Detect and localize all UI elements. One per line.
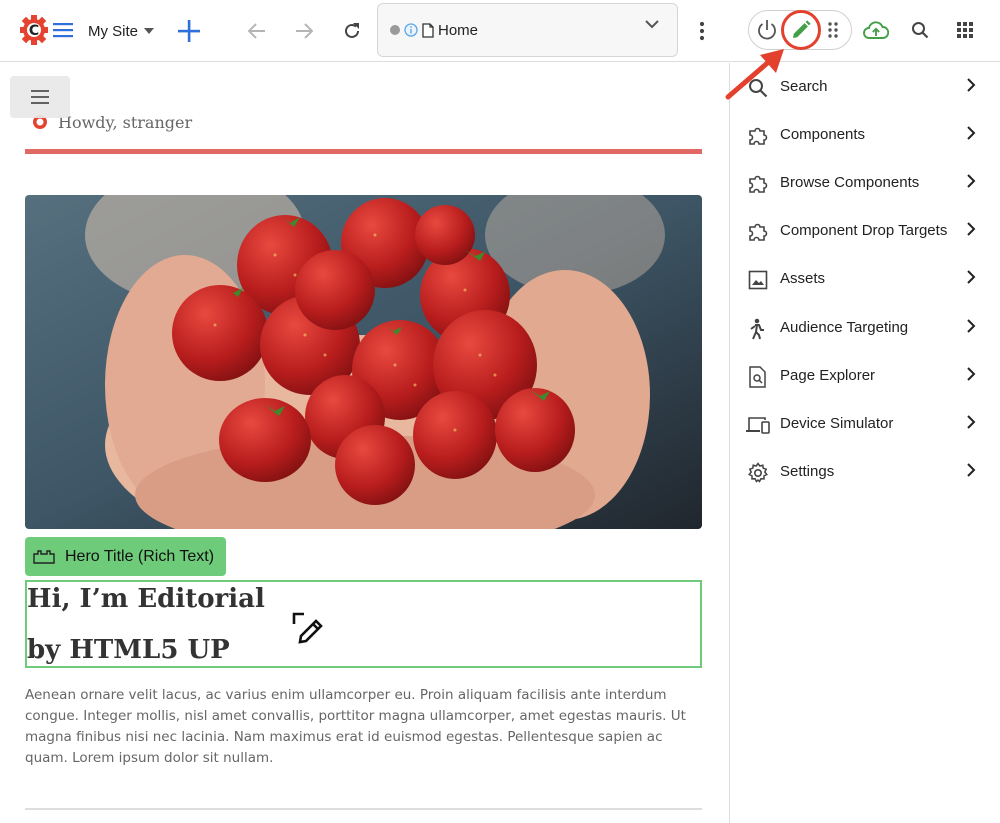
hero-image[interactable] xyxy=(25,195,702,529)
search-button[interactable] xyxy=(905,14,935,46)
arrow-right-icon xyxy=(296,23,313,39)
panel-item-search[interactable]: Search xyxy=(730,64,1000,112)
chevron-right-icon xyxy=(966,126,980,146)
section-divider xyxy=(25,808,702,810)
panel-item-label: Components xyxy=(780,126,866,143)
status-dot-icon xyxy=(390,25,400,35)
panel-item-label: Audience Targeting xyxy=(780,319,909,336)
gear-icon xyxy=(746,461,770,485)
panel-item-assets[interactable]: Assets xyxy=(730,256,1000,304)
puzzle-icon xyxy=(746,124,770,148)
site-selector[interactable]: My Site xyxy=(88,16,155,46)
hero-title-field[interactable]: Hi, I’m Editorial by HTML5 UP xyxy=(25,580,702,668)
plus-icon xyxy=(178,20,200,42)
page-icon xyxy=(422,22,434,38)
puzzle-icon xyxy=(746,172,770,196)
power-icon xyxy=(758,20,776,40)
grip-icon xyxy=(828,22,838,38)
chevron-right-icon xyxy=(966,222,980,242)
drag-handle[interactable] xyxy=(822,14,844,46)
publish-button[interactable] xyxy=(860,14,892,46)
person-icon xyxy=(746,317,770,341)
component-badge[interactable]: Hero Title (Rich Text) xyxy=(25,537,226,576)
power-button[interactable] xyxy=(752,14,782,46)
puzzle-icon xyxy=(746,220,770,244)
pencil-icon xyxy=(793,20,811,38)
hero-title-line-1: Hi, I’m Editorial xyxy=(27,584,265,614)
greeting-text: Howdy, stranger xyxy=(58,112,193,132)
svg-text:C: C xyxy=(29,23,39,39)
panel-item-settings[interactable]: Settings xyxy=(730,449,1000,497)
panel-item-label: Search xyxy=(780,78,828,95)
devices-icon xyxy=(746,413,770,437)
panel-item-audience-targeting[interactable]: Audience Targeting xyxy=(730,305,1000,353)
panel-item-label: Device Simulator xyxy=(780,415,894,432)
chevron-down-icon[interactable] xyxy=(645,20,659,29)
panel-item-device-simulator[interactable]: Device Simulator xyxy=(730,401,1000,449)
caret-down-icon xyxy=(144,28,155,34)
apps-button[interactable] xyxy=(950,14,980,46)
panel-item-components[interactable]: Components xyxy=(730,112,1000,160)
menu-lines-icon xyxy=(31,90,49,104)
refresh-button[interactable] xyxy=(339,16,365,46)
panel-item-label: Component Drop Targets xyxy=(780,222,948,239)
arrow-left-icon xyxy=(248,23,265,39)
search-icon xyxy=(912,22,929,39)
panel-item-browse-components[interactable]: Browse Components xyxy=(730,160,1000,208)
search-icon xyxy=(746,76,770,100)
back-button[interactable] xyxy=(244,16,270,46)
chevron-right-icon xyxy=(966,174,980,194)
component-block-icon xyxy=(33,549,55,564)
panel-item-label: Settings xyxy=(780,463,835,480)
page-search-icon xyxy=(746,365,770,389)
chevron-right-icon xyxy=(966,270,980,290)
hero-title-line-2: by HTML5 UP xyxy=(27,635,230,665)
address-text: Home xyxy=(438,21,479,39)
address-bar[interactable]: Home xyxy=(377,3,678,57)
chevron-right-icon xyxy=(966,319,980,339)
crafter-logo-icon[interactable]: C xyxy=(18,13,50,47)
edit-mode-button[interactable] xyxy=(781,10,821,50)
site-name: My Site xyxy=(88,22,139,40)
more-options-button[interactable] xyxy=(690,16,714,46)
tools-panel: Search Components Browse Components Comp… xyxy=(729,63,1000,823)
add-button[interactable] xyxy=(174,16,204,46)
image-icon xyxy=(746,268,770,292)
apps-grid-icon xyxy=(957,22,973,38)
refresh-icon xyxy=(345,23,359,38)
component-badge-label: Hero Title (Rich Text) xyxy=(65,547,215,565)
cloud-upload-icon xyxy=(863,21,889,39)
panel-item-label: Browse Components xyxy=(780,174,920,191)
panel-item-label: Page Explorer xyxy=(780,367,876,384)
sidebar-toggle-button[interactable] xyxy=(10,76,70,118)
chevron-right-icon xyxy=(966,78,980,98)
info-icon xyxy=(404,23,418,37)
panel-item-page-explorer[interactable]: Page Explorer xyxy=(730,353,1000,401)
page-preview: Howdy, stranger Hero Title (Rich Text) H… xyxy=(0,63,729,823)
edit-cursor-icon xyxy=(292,612,328,648)
chevron-right-icon xyxy=(966,367,980,387)
intro-paragraph: Aenean ornare velit lacus, ac varius eni… xyxy=(25,687,686,766)
chevron-right-icon xyxy=(966,463,980,483)
header-divider xyxy=(25,149,702,154)
kebab-icon xyxy=(699,21,705,41)
top-toolbar: C My Site Home xyxy=(0,0,1000,62)
panel-item-label: Assets xyxy=(780,270,826,287)
forward-button[interactable] xyxy=(291,16,317,46)
chevron-right-icon xyxy=(966,415,980,435)
panel-item-component-drop-targets[interactable]: Component Drop Targets xyxy=(730,208,1000,256)
hamburger-icon[interactable] xyxy=(52,18,74,42)
